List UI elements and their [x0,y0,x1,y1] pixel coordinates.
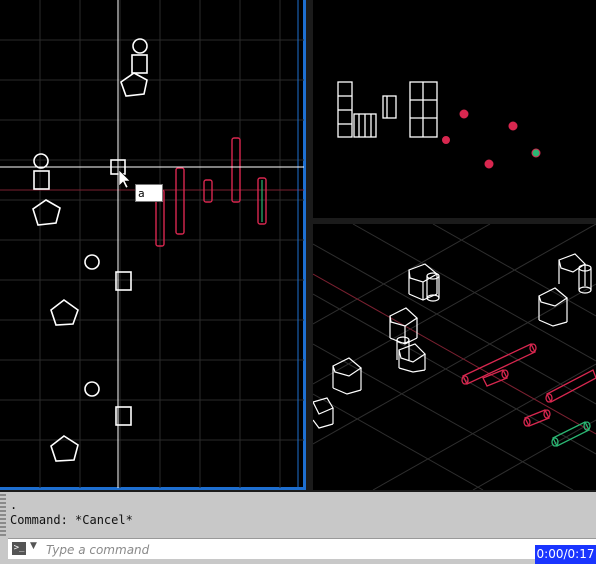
command-history-line: Command: *Cancel* [10,513,133,527]
selected-objects [155,137,267,247]
wireframe-objects [32,38,148,462]
dynamic-input-field[interactable]: a [135,184,163,202]
viewport-iso-canvas[interactable] [313,224,596,490]
command-input-bar: >_ ▼ [8,538,596,559]
command-input[interactable] [44,540,448,559]
viewport-isometric[interactable] [313,224,596,490]
viewport-top-left[interactable]: a [0,0,306,490]
box-top [131,54,148,74]
pentagon-prism-top [120,72,148,97]
panel-grip-handle[interactable] [0,494,6,538]
command-history: . Command: *Cancel* [10,498,133,528]
chevron-down-icon[interactable]: ▼ [30,541,37,551]
command-history-line: . [10,498,18,512]
viewport-top-right[interactable] [313,0,596,218]
viewport-top-canvas[interactable] [0,0,306,490]
recording-timer: 0:00/0:17 [535,545,596,564]
cylinder-top [132,38,148,54]
viewport-front-canvas[interactable] [313,0,596,218]
command-line-panel: . Command: *Cancel* >_ ▼ [0,492,596,564]
command-prompt-icon[interactable]: >_ [12,542,26,555]
